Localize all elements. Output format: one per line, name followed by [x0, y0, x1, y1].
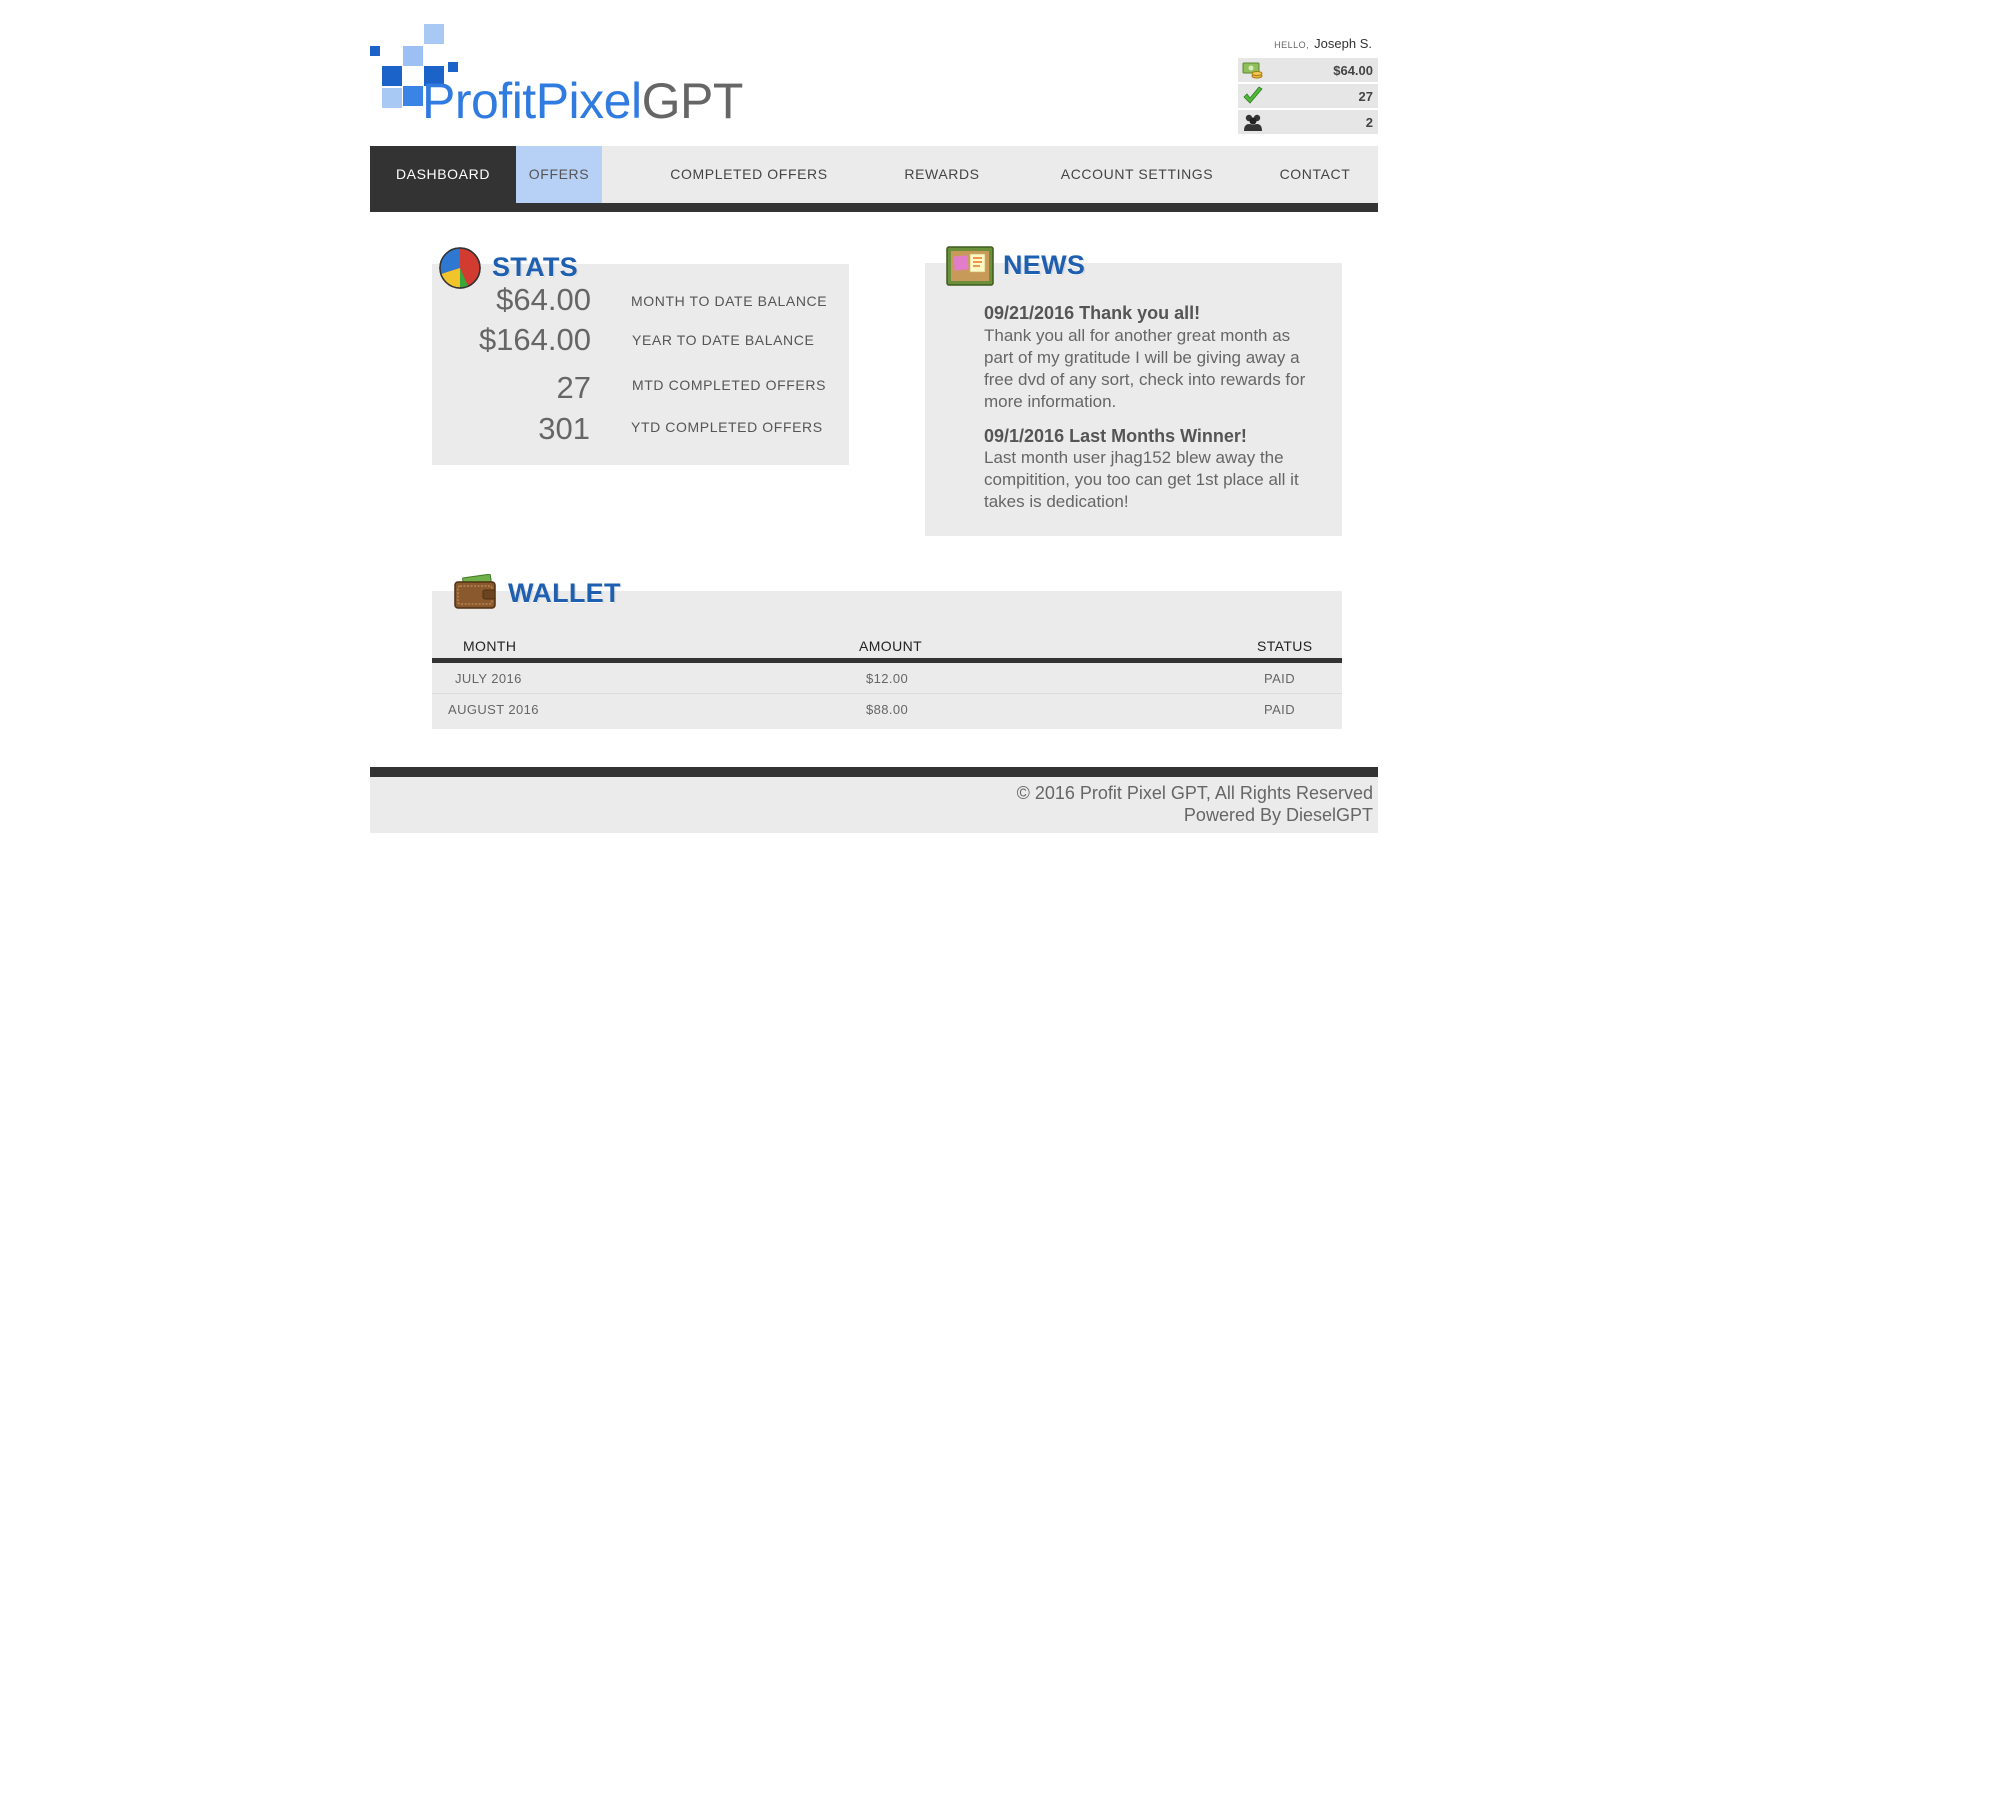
footer-powered-by[interactable]: Powered By DieselGPT [1184, 805, 1373, 826]
stat-ytd-offers-value: 301 [538, 411, 590, 446]
stat-ytd-balance-label: YEAR TO DATE BALANCE [632, 332, 815, 348]
money-icon [1242, 60, 1264, 80]
news-item-2-body: Last month user jhag152 blew away the co… [984, 448, 1299, 511]
users-icon [1242, 112, 1264, 132]
user-greeting: HELLO, Joseph S. [1274, 36, 1372, 51]
user-balance: $64.00 [1333, 63, 1373, 78]
bulletin-board-icon [946, 246, 994, 286]
main-nav: DASHBOARD OFFERS COMPLETED OFFERS REWARD… [370, 146, 1378, 203]
wallet-cell-amount: $12.00 [866, 671, 909, 686]
user-referrals-count: 2 [1365, 115, 1373, 130]
logo-text-gpt: GPT [641, 73, 744, 129]
wallet-icon [453, 573, 497, 612]
wallet-cell-month: JULY 2016 [455, 671, 522, 686]
stat-ytd-offers-label: YTD COMPLETED OFFERS [631, 419, 823, 435]
hello-label: HELLO, [1274, 40, 1310, 50]
logo-wordmark: ProfitPixelGPT [422, 76, 743, 126]
footer: © 2016 Profit Pixel GPT, All Rights Rese… [370, 777, 1378, 833]
user-summary: HELLO, Joseph S. $64.00 27 2 [1238, 34, 1378, 138]
wallet-title: WALLET [508, 578, 621, 608]
wallet-cell-status: PAID [1264, 702, 1295, 717]
stat-ytd-balance-value: $164.00 [478, 322, 591, 357]
table-row: AUGUST 2016 $88.00 PAID [432, 694, 1342, 724]
stats-title: STATS [492, 252, 578, 282]
stat-mtd-balance-value: $64.00 [496, 282, 591, 317]
user-referrals-row: 2 [1238, 110, 1378, 134]
wallet-cell-amount: $88.00 [866, 702, 909, 717]
nav-account-settings[interactable]: ACCOUNT SETTINGS [1012, 146, 1262, 203]
wallet-cell-month: AUGUST 2016 [448, 702, 539, 717]
checkmark-icon [1242, 86, 1264, 106]
nav-completed-offers[interactable]: COMPLETED OFFERS [634, 146, 864, 203]
user-name[interactable]: Joseph S. [1314, 36, 1372, 51]
nav-underline [370, 203, 1378, 212]
user-balance-row: $64.00 [1238, 58, 1378, 82]
site-logo[interactable]: ProfitPixelGPT [370, 24, 750, 134]
user-completed-row: 27 [1238, 84, 1378, 108]
nav-contact[interactable]: CONTACT [1240, 146, 1390, 203]
user-completed-count: 27 [1358, 89, 1373, 104]
news-item-2-headline: 09/1/2016 Last Months Winner! [984, 426, 1247, 446]
wallet-cell-status: PAID [1264, 671, 1295, 686]
logo-text-profitpixel: ProfitPixel [422, 73, 642, 129]
wallet-col-amount: AMOUNT [859, 638, 923, 654]
footer-copyright: © 2016 Profit Pixel GPT, All Rights Rese… [1016, 783, 1373, 803]
nav-rewards[interactable]: REWARDS [862, 146, 1022, 203]
news-item-1-body: Thank you all for another great month as… [984, 326, 1306, 411]
wallet-col-month: MONTH [463, 638, 517, 654]
stat-mtd-offers-value: 27 [556, 370, 591, 405]
news-item-1-headline: 09/21/2016 Thank you all! [984, 303, 1201, 323]
stat-mtd-offers-label: MTD COMPLETED OFFERS [632, 377, 827, 393]
footer-divider [370, 767, 1378, 777]
stat-mtd-balance-label: MONTH TO DATE BALANCE [631, 293, 828, 309]
table-row: JULY 2016 $12.00 PAID [432, 663, 1342, 694]
nav-offers[interactable]: OFFERS [516, 146, 602, 203]
wallet-col-status: STATUS [1257, 638, 1313, 654]
news-title: NEWS [1003, 250, 1086, 280]
nav-dashboard[interactable]: DASHBOARD [370, 146, 516, 203]
